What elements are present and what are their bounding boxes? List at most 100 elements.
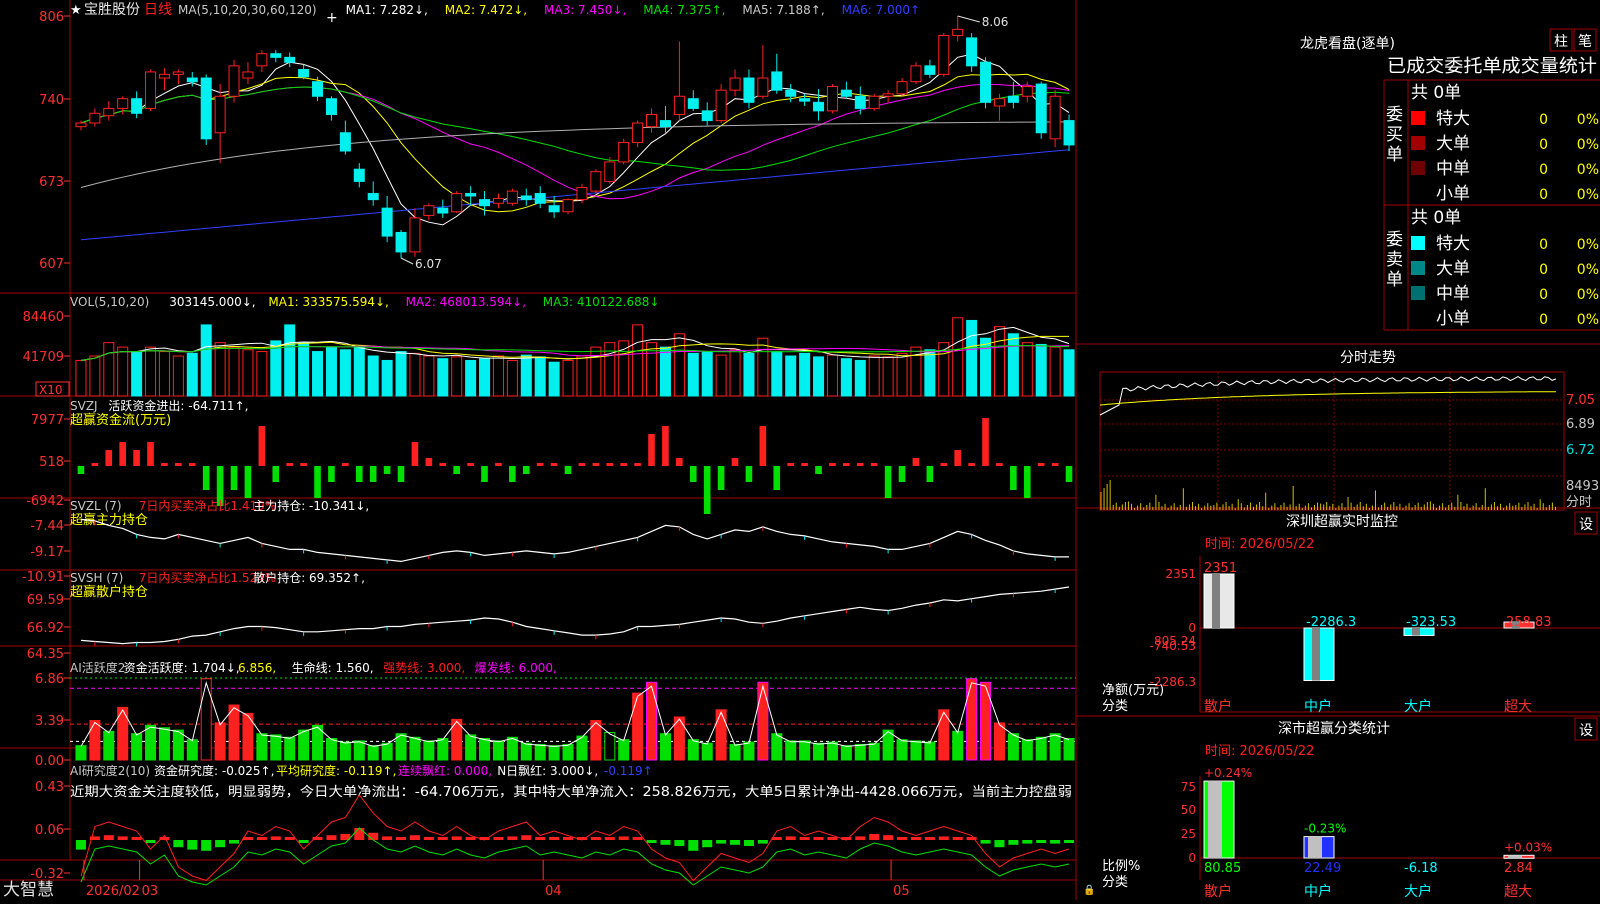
volume-bar[interactable]: [813, 356, 825, 397]
volume-bar[interactable]: [882, 356, 894, 397]
flow-bar[interactable]: [105, 450, 113, 466]
activity-bar[interactable]: [145, 724, 157, 761]
candle-body[interactable]: [242, 71, 254, 79]
volume-bar[interactable]: [854, 359, 866, 397]
volume-bar[interactable]: [868, 355, 880, 397]
activity-bar[interactable]: [854, 743, 866, 761]
research-bar[interactable]: [674, 840, 685, 846]
volume-bar[interactable]: [993, 326, 1005, 397]
volume-bar[interactable]: [757, 337, 769, 397]
research-bar[interactable]: [201, 840, 212, 851]
research-bar[interactable]: [855, 836, 866, 840]
flow-bar[interactable]: [522, 466, 530, 474]
candle-body[interactable]: [576, 186, 588, 201]
flow-bar[interactable]: [606, 463, 614, 466]
candle-body[interactable]: [659, 120, 671, 128]
candle-body[interactable]: [158, 73, 170, 79]
candle-body[interactable]: [687, 98, 699, 109]
candle-body[interactable]: [423, 205, 435, 216]
flow-bar[interactable]: [342, 463, 349, 466]
activity-bar[interactable]: [228, 704, 240, 761]
candle-body[interactable]: [590, 171, 602, 192]
volume-bar[interactable]: [966, 319, 978, 397]
activity-bar[interactable]: [89, 720, 101, 761]
kline-panel[interactable]: ★ 宝胜股份 日线 MA(5,10,20,30,60,120) MA1: 7.28…: [39, 2, 1075, 272]
activity-bar[interactable]: [270, 734, 282, 761]
candle-body[interactable]: [228, 65, 240, 97]
volume-bar[interactable]: [200, 324, 212, 397]
volume-bar[interactable]: [729, 349, 741, 397]
activity-bar[interactable]: [687, 739, 699, 761]
activity-bar[interactable]: [1021, 739, 1033, 761]
candle-body[interactable]: [646, 114, 658, 128]
volume-bar[interactable]: [673, 333, 685, 397]
research-bar[interactable]: [521, 835, 532, 840]
flow-bar[interactable]: [1010, 466, 1017, 490]
tick-mode-button[interactable]: 笔: [1578, 34, 1592, 50]
candle-body[interactable]: [1035, 83, 1047, 134]
activity-bar[interactable]: [186, 739, 198, 761]
flow-bar[interactable]: [369, 466, 377, 482]
flow-bar[interactable]: [982, 418, 989, 466]
volume-bar[interactable]: [715, 354, 727, 397]
candle-body[interactable]: [966, 37, 978, 67]
flow-bar[interactable]: [328, 466, 335, 482]
candle-body[interactable]: [757, 77, 769, 97]
flow-bar[interactable]: [397, 466, 405, 482]
volume-bar[interactable]: [381, 359, 393, 397]
candle-body[interactable]: [632, 122, 644, 143]
flow-bar[interactable]: [912, 458, 920, 466]
volume-bar[interactable]: [1007, 333, 1019, 397]
svsh-panel[interactable]: SVSH (7) 7日内买卖净占比1.524%散户持仓: 69.352↑,超赢散户…: [27, 570, 1070, 662]
research-bar[interactable]: [437, 837, 448, 840]
research-bar[interactable]: [75, 840, 86, 850]
research-bar[interactable]: [117, 836, 128, 840]
research-bar[interactable]: [799, 837, 810, 840]
research-bar[interactable]: [187, 840, 198, 850]
activity-bar[interactable]: [868, 742, 880, 761]
candle-body[interactable]: [409, 217, 421, 253]
volume-bar[interactable]: [659, 346, 671, 397]
candle-body[interactable]: [604, 161, 616, 182]
flow-bar[interactable]: [383, 466, 391, 474]
flow-bar[interactable]: [77, 466, 85, 474]
research-bar[interactable]: [1036, 840, 1047, 843]
activity-bar[interactable]: [743, 741, 755, 761]
flow-bar[interactable]: [717, 466, 725, 490]
volume-bar[interactable]: [256, 351, 268, 397]
flow-bar[interactable]: [676, 458, 683, 466]
research-bar[interactable]: [813, 837, 824, 840]
activity-bar[interactable]: [325, 737, 337, 761]
flow-bar[interactable]: [787, 463, 794, 466]
research-bar[interactable]: [451, 836, 462, 840]
volume-bar[interactable]: [799, 352, 811, 397]
volume-bar[interactable]: [367, 355, 379, 397]
candle-body[interactable]: [395, 231, 407, 253]
flow-bar[interactable]: [230, 466, 238, 490]
research-bar[interactable]: [549, 837, 560, 840]
volume-bar[interactable]: [437, 358, 449, 397]
volume-bar[interactable]: [743, 352, 755, 397]
flow-bar[interactable]: [439, 463, 447, 466]
flow-bar[interactable]: [1023, 466, 1031, 498]
research-bar[interactable]: [131, 837, 142, 840]
research-bar[interactable]: [632, 837, 643, 840]
activity-bar[interactable]: [910, 740, 922, 761]
activity-bar[interactable]: [284, 736, 296, 761]
volume-bar[interactable]: [840, 358, 852, 397]
research-bar[interactable]: [354, 828, 365, 840]
volume-bar[interactable]: [325, 346, 337, 397]
candle-body[interactable]: [826, 86, 838, 112]
candle-body[interactable]: [534, 193, 546, 204]
activity-bar[interactable]: [75, 745, 87, 761]
flow-bar[interactable]: [1037, 463, 1045, 466]
candle-body[interactable]: [214, 95, 226, 134]
volume-bar[interactable]: [158, 351, 170, 397]
candle-body[interactable]: [799, 98, 811, 102]
activity-bar[interactable]: [729, 743, 741, 761]
volume-bar[interactable]: [409, 352, 421, 397]
date-label[interactable]: 03: [142, 884, 159, 899]
volume-bar[interactable]: [785, 355, 797, 397]
candle-body[interactable]: [492, 197, 504, 204]
candle-body[interactable]: [270, 53, 282, 58]
